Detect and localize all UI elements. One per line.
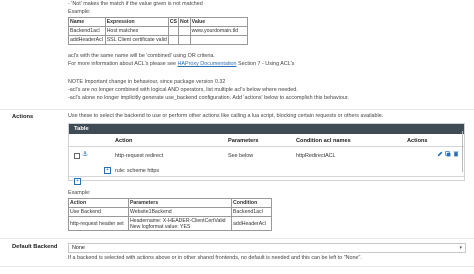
table-cell: Backend1acl	[231, 207, 272, 217]
col-action: Action	[115, 138, 133, 144]
header-divider	[69, 146, 464, 147]
table-row: Backend1acl Host matches www.yourdomain.…	[68, 26, 249, 36]
table-cell: SSL Client certificate valid	[104, 35, 169, 45]
actions-example-header-row: Action Parameters Condition	[68, 198, 272, 208]
actions-table-footer: +	[69, 177, 464, 185]
actions-description: Use these to select the backend to use o…	[68, 113, 384, 119]
acl-more-info: For more information about ACL's please …	[68, 61, 295, 68]
default-backend-help: If a backend is selected with actions ab…	[68, 255, 362, 261]
default-backend-row-divider	[0, 238, 474, 239]
table-cell: www.yourdomain.tld	[189, 26, 249, 36]
table-row: addHeaderAcl SSL Client certificate vali…	[68, 35, 249, 45]
edit-icon[interactable]	[437, 151, 443, 157]
more-info-prefix: For more information about ACL's please …	[68, 61, 178, 67]
row-sub-rule: rule: scheme https	[115, 168, 160, 174]
actions-table-panel-header: Table	[69, 124, 464, 134]
note-line-2: -acl's alone no longer implicitly genera…	[68, 95, 349, 101]
table-cell	[189, 35, 249, 45]
row-action: http-request redirect	[115, 153, 164, 159]
acl-example-header-row: Name Expression CS Not Value	[68, 17, 249, 27]
col-actions: Actions	[407, 138, 428, 144]
actions-label: Actions	[12, 114, 34, 120]
haproxy-documentation-link[interactable]: HAProxy Documentation	[178, 61, 237, 67]
default-backend-select[interactable]: None ▾	[68, 243, 466, 253]
row-select-checkbox[interactable]	[74, 153, 80, 159]
actions-example-label: Example:	[68, 190, 91, 196]
acl-example-table: Name Expression CS Not Value Backend1acl…	[68, 17, 249, 45]
acl-example-label: Example:	[68, 9, 91, 15]
col-condition: Condition acl names	[296, 138, 351, 144]
col-parameters: Parameters	[228, 138, 259, 144]
table-cell: http-request header set	[68, 216, 129, 231]
chevron-down-icon: ▾	[459, 245, 462, 251]
table-cell	[167, 35, 179, 45]
table-cell	[177, 35, 191, 45]
table-cell	[167, 26, 179, 36]
copy-icon[interactable]	[445, 151, 451, 157]
acl-or-help: acl's with the same name will be 'combin…	[68, 53, 215, 59]
table-cell: addHeaderAcl	[68, 35, 106, 45]
delete-icon[interactable]	[453, 151, 459, 157]
default-backend-label: Default Backend	[12, 244, 58, 250]
more-info-suffix: Section 7 - Using ACL's	[236, 61, 295, 67]
table-cell: Headername: X-HEADER-ClientCertValid New…	[127, 216, 233, 231]
table-cell: addHeaderAcl	[231, 216, 272, 231]
actions-table-panel: Table Action Parameters Condition acl na…	[68, 123, 465, 185]
anchor-icon[interactable]: ⚓	[82, 151, 88, 158]
expand-plus-icon[interactable]: +	[104, 167, 111, 174]
table-cell: Backend1acl	[68, 26, 106, 36]
actions-row-divider	[0, 109, 474, 110]
acl-not-help: - 'Not' makes the match if the value giv…	[68, 1, 203, 7]
acl-col-not: Not	[177, 17, 191, 27]
acl-col-cs: CS	[167, 17, 179, 27]
note-title: NOTE Important change in behaviour, sinc…	[68, 79, 226, 85]
table-cell	[177, 26, 191, 36]
acl-col-name: Name	[68, 17, 106, 27]
table-row: http-request header set Headername: X-HE…	[68, 216, 272, 231]
table-cell: Use Backend	[68, 207, 129, 217]
frontend-edit-page: - 'Not' makes the match if the value giv…	[0, 0, 474, 274]
actions-example-table: Action Parameters Condition Use Backend …	[68, 198, 272, 231]
table-cell: Website1Backend	[127, 207, 233, 217]
table-row: Use Backend Website1Backend Backend1acl	[68, 207, 272, 217]
example-col-parameters: Parameters	[127, 198, 233, 208]
bottom-divider	[0, 266, 474, 267]
example-col-action: Action	[68, 198, 129, 208]
row-parameters: See below	[228, 153, 254, 159]
acl-col-value: Value	[189, 17, 249, 27]
row-condition: httpRedirectACL	[296, 153, 336, 159]
default-backend-value: None	[72, 245, 85, 251]
actions-scrollbar[interactable]	[462, 131, 463, 172]
note-line-1: -acl's are no longer combined with logic…	[68, 87, 298, 93]
acl-col-expression: Expression	[104, 17, 169, 27]
add-action-button[interactable]: +	[74, 178, 81, 185]
table-cell: Host matches	[104, 26, 169, 36]
example-col-condition: Condition	[231, 198, 272, 208]
